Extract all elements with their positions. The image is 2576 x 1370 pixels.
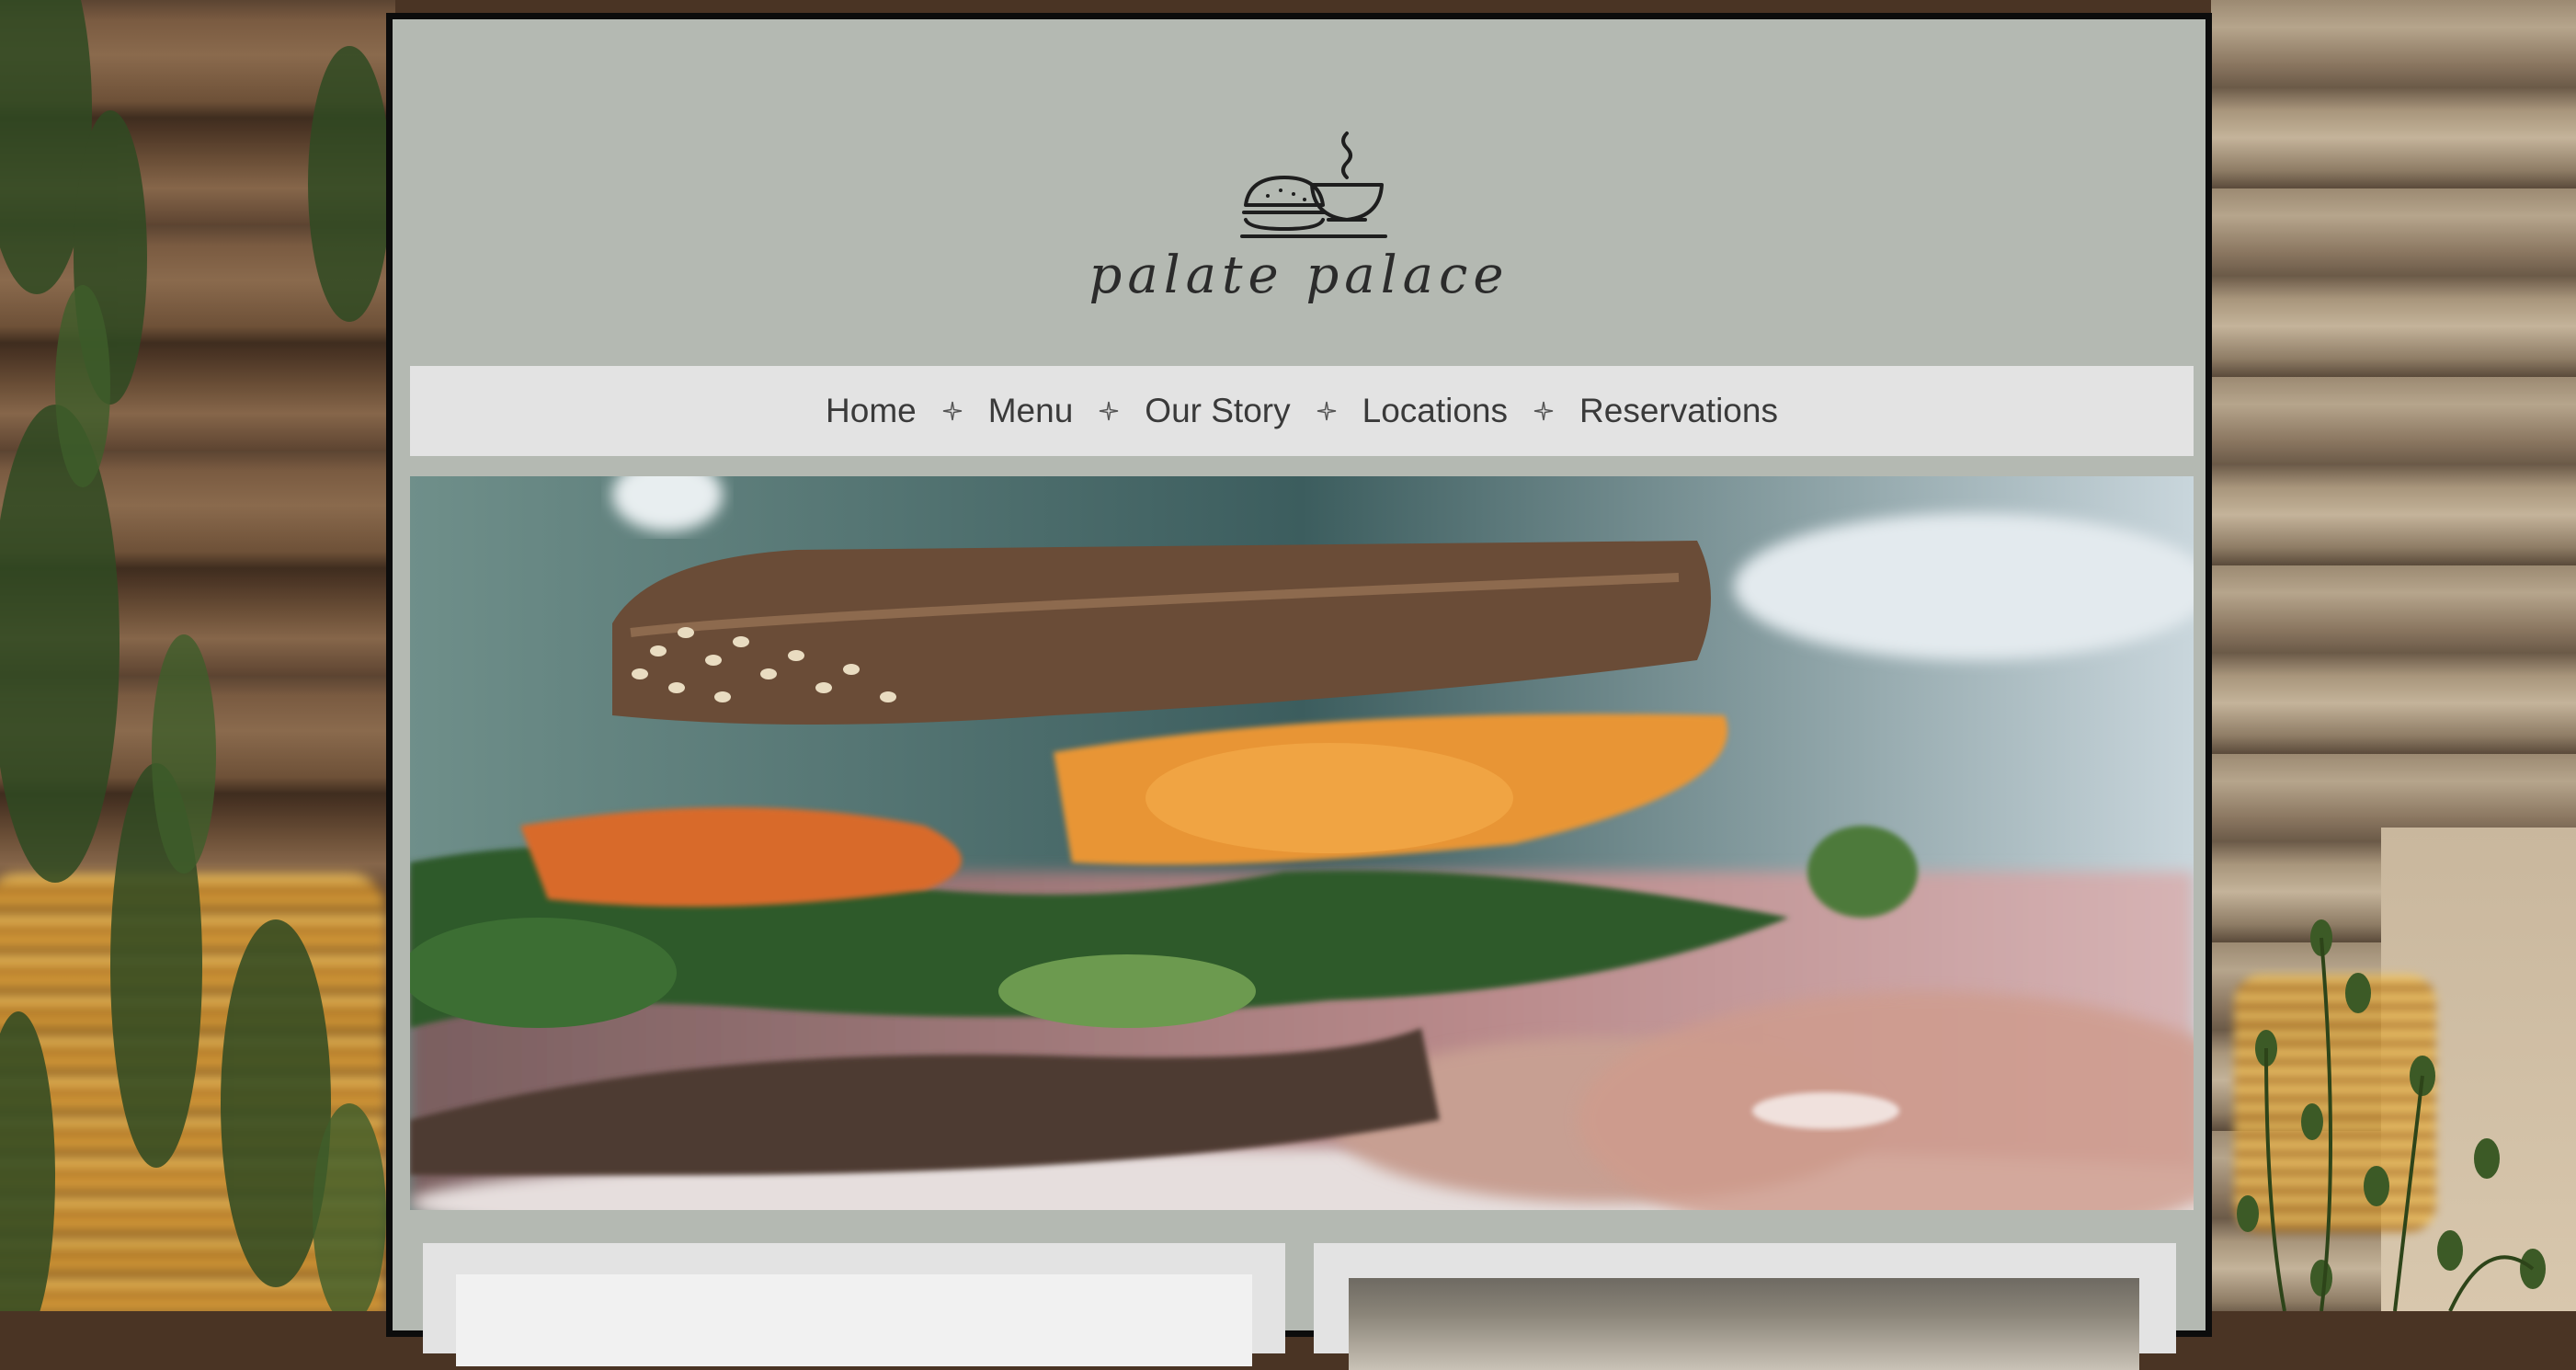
four-point-star-icon: [1511, 401, 1576, 421]
sandwich-closeup-photo: [410, 476, 2194, 1210]
hero-image: [410, 476, 2194, 1210]
nav-item-locations[interactable]: Locations: [1359, 392, 1511, 430]
feature-card-right-image: [1349, 1278, 2139, 1370]
nav-item-our-story[interactable]: Our Story: [1141, 392, 1294, 430]
nav-item-menu[interactable]: Menu: [985, 392, 1077, 430]
feature-card-left: [423, 1243, 1285, 1366]
main-nav: Home Menu Our Story Locations Reservatio…: [410, 366, 2194, 456]
potted-plant-right: [2237, 919, 2546, 1311]
nav-item-home[interactable]: Home: [822, 392, 920, 430]
four-point-star-icon: [1077, 401, 1141, 421]
sandwich-and-soup-bowl-icon[interactable]: [1240, 117, 1387, 242]
four-point-star-icon: [920, 401, 985, 421]
feature-card-right: [1314, 1243, 2176, 1370]
hanging-plant-left: [0, 0, 391, 1311]
feature-card-left-content: [456, 1274, 1252, 1366]
site-header: palate palace: [393, 19, 2206, 364]
brand-name[interactable]: palate palace: [393, 245, 2206, 305]
nav-item-reservations[interactable]: Reservations: [1576, 392, 1782, 430]
page-frame: palate palace Home Menu Our Story Locati…: [386, 13, 2212, 1370]
four-point-star-icon: [1294, 401, 1359, 421]
